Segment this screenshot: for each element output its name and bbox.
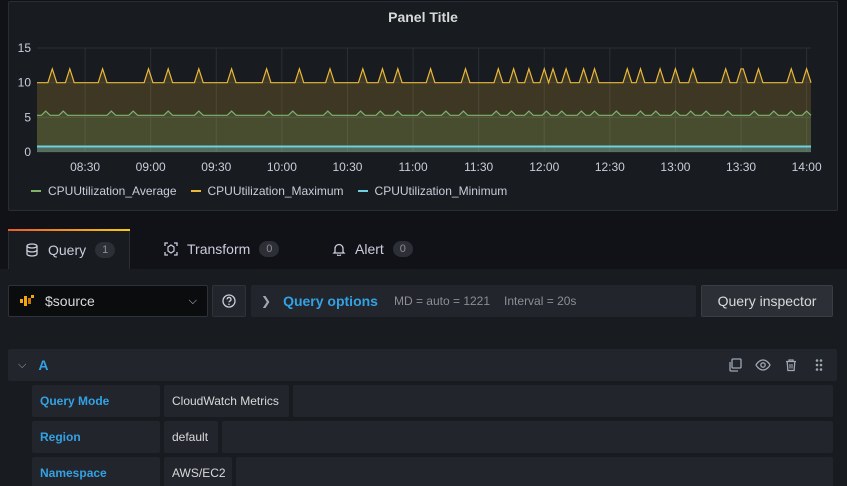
- legend-label-maximum[interactable]: CPUUtilization_Maximum: [208, 184, 344, 198]
- query-row-actions: [715, 357, 827, 373]
- query-options-label: Query options: [283, 293, 378, 309]
- drag-handle-icon[interactable]: [811, 357, 827, 373]
- x-tick-label: 12:00: [529, 160, 559, 174]
- field-row-region: Region default: [32, 421, 833, 453]
- x-tick-label: 08:30: [70, 160, 100, 174]
- x-tick-label: 13:00: [660, 160, 690, 174]
- tab-transform[interactable]: Transform 0: [164, 229, 280, 269]
- tab-transform-label: Transform: [187, 241, 251, 257]
- duplicate-query-icon[interactable]: [727, 357, 743, 373]
- chart-legend: CPUUtilization_Average CPUUtilization_Ma…: [31, 184, 521, 198]
- legend-swatch-average: [31, 190, 41, 192]
- region-filler: [222, 421, 833, 453]
- x-tick-label: 13:30: [726, 160, 756, 174]
- database-icon: [26, 242, 38, 257]
- tab-query[interactable]: Query 1: [8, 229, 130, 269]
- time-series-chart[interactable]: 0 5 10 15 08:30 09:00 09:30 10:00 10:30 11:00 11:3…: [9, 2, 839, 182]
- region-label: Region: [32, 421, 160, 453]
- datasource-value: $source: [45, 293, 95, 309]
- trash-icon[interactable]: [783, 357, 799, 373]
- query-row-header[interactable]: ⌵ A: [8, 349, 837, 381]
- transform-icon: [164, 242, 178, 256]
- y-tick-label: 15: [18, 41, 32, 55]
- interval-info: Interval = 20s: [504, 294, 577, 308]
- field-row-namespace: Namespace AWS/EC2: [32, 457, 833, 486]
- tab-query-label: Query: [48, 241, 87, 258]
- query-options-toggle[interactable]: ❯ Query options MD = auto = 1221 Interva…: [251, 285, 696, 317]
- legend-swatch-minimum: [357, 190, 368, 192]
- tab-alert-count: 0: [392, 241, 413, 257]
- max-data-points-info: MD = auto = 1221: [393, 294, 491, 308]
- x-tick-label: 11:30: [464, 160, 493, 174]
- field-row-query-mode: Query Mode CloudWatch Metrics: [32, 385, 833, 417]
- legend-label-average[interactable]: CPUUtilization_Average: [48, 184, 177, 198]
- aws-logo-icon: [20, 295, 34, 306]
- query-mode-label: Query Mode: [32, 385, 160, 417]
- toggle-visibility-eye-icon[interactable]: [755, 357, 771, 373]
- y-tick-label: 10: [18, 76, 32, 90]
- legend-item-maximum[interactable]: CPUUtilization_Maximum: [190, 184, 344, 198]
- x-tick-label: 12:30: [595, 160, 625, 174]
- legend-swatch-maximum: [190, 190, 201, 192]
- x-tick-label: 09:00: [136, 160, 166, 174]
- question-circle-icon: [222, 294, 236, 308]
- namespace-select[interactable]: AWS/EC2: [164, 457, 232, 486]
- x-tick-label: 10:00: [267, 160, 297, 174]
- bell-icon: [332, 243, 346, 256]
- tab-query-count: 1: [95, 241, 116, 258]
- help-button[interactable]: [212, 285, 246, 317]
- namespace-label: Namespace: [32, 457, 160, 486]
- legend-label-minimum[interactable]: CPUUtilization_Minimum: [375, 184, 508, 198]
- legend-item-average[interactable]: CPUUtilization_Average: [31, 184, 177, 198]
- query-ref-id[interactable]: A: [38, 357, 48, 373]
- legend-item-minimum[interactable]: CPUUtilization_Minimum: [357, 184, 508, 198]
- x-tick-label: 11:00: [398, 160, 427, 174]
- tab-alert[interactable]: Alert 0: [332, 229, 413, 269]
- namespace-filler: [236, 457, 833, 486]
- datasource-select[interactable]: $source ⌵: [8, 285, 208, 317]
- y-tick-label: 5: [24, 110, 31, 124]
- y-tick-label: 0: [24, 145, 31, 159]
- query-mode-select[interactable]: CloudWatch Metrics: [164, 385, 289, 417]
- tab-alert-label: Alert: [355, 241, 384, 257]
- query-mode-filler: [293, 385, 833, 417]
- collapse-chevron-icon[interactable]: ⌵: [18, 359, 26, 372]
- x-tick-label: 14:00: [792, 160, 822, 174]
- x-tick-label: 10:30: [332, 160, 362, 174]
- editor-tabs: Query 1 Transform 0 Alert 0: [0, 224, 847, 269]
- chevron-down-icon: ⌵: [188, 294, 197, 307]
- chevron-right-icon: ❯: [261, 294, 272, 308]
- query-inspector-button[interactable]: Query inspector: [701, 285, 833, 317]
- region-select[interactable]: default: [164, 421, 218, 453]
- tab-transform-count: 0: [259, 241, 280, 257]
- query-editor: $source ⌵ ❯ Query options MD = auto = 12…: [0, 269, 847, 486]
- graph-panel[interactable]: Panel Title 0 5 10 15 08:30 09:00 09:30 10:00 10…: [8, 1, 838, 211]
- x-tick-label: 09:30: [201, 160, 231, 174]
